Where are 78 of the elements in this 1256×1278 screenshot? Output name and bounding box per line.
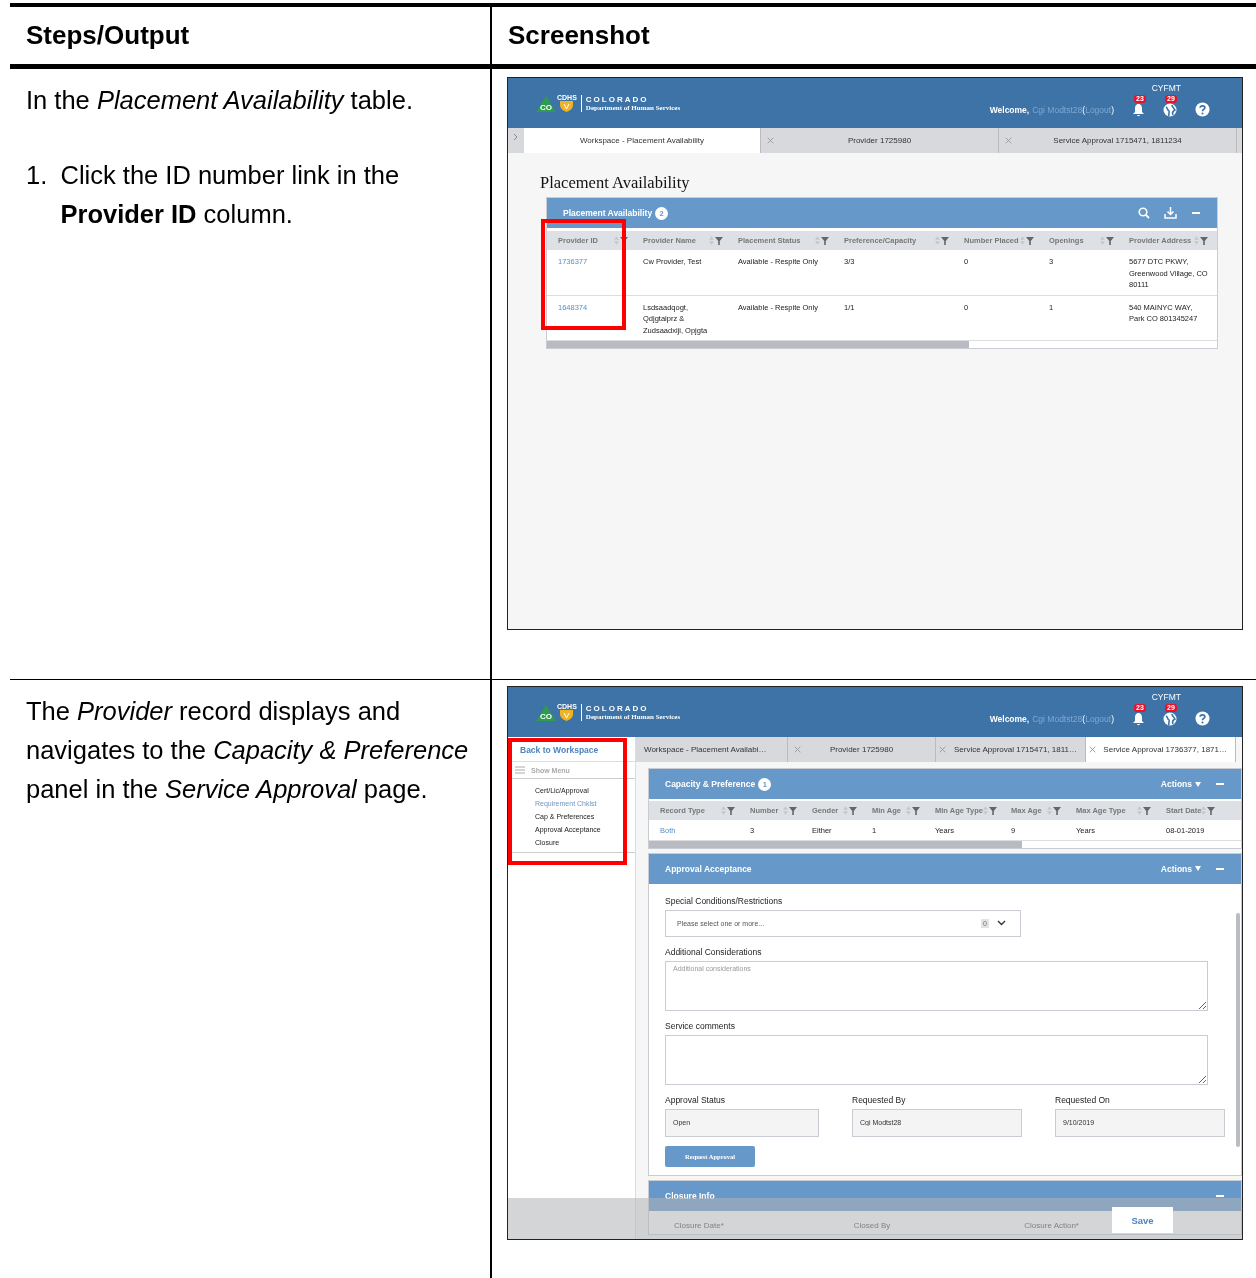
bell-icon[interactable] — [1132, 102, 1145, 117]
filter-icon[interactable] — [988, 806, 997, 815]
paren-text: ) — [1111, 104, 1114, 115]
filter-icon[interactable] — [1207, 806, 1216, 815]
welcome-text: Welcome, — [989, 713, 1030, 724]
bell-icon[interactable] — [1132, 711, 1145, 726]
app-name: CYFMT — [1151, 692, 1181, 702]
close-icon[interactable] — [794, 746, 801, 753]
step-number: 1. — [26, 160, 49, 191]
field-label: Service comments — [665, 1020, 736, 1031]
tab[interactable]: Workspace - Placement Availabi… — [636, 737, 788, 762]
close-icon[interactable] — [1005, 137, 1012, 144]
panel-title: Approval Acceptance — [665, 863, 752, 874]
field-label: Additional Considerations — [665, 946, 763, 957]
globe-icon[interactable] — [1163, 102, 1177, 117]
help-icon[interactable] — [1195, 711, 1210, 726]
filter-icon[interactable] — [715, 236, 723, 245]
tab[interactable]: Service Approval 1736377, 1871… — [1086, 737, 1236, 762]
filter-icon[interactable] — [789, 806, 797, 815]
tab[interactable]: Workspace - Placement Availability — [524, 128, 761, 153]
globe-icon[interactable] — [1163, 711, 1177, 726]
back-link[interactable]: Back to Workspace — [508, 737, 635, 762]
download-icon[interactable] — [1164, 207, 1177, 219]
column-header: Steps/Output — [26, 20, 190, 51]
field-label: Closed By — [853, 1220, 891, 1230]
state-logo: CO — [536, 705, 556, 721]
field-label: Requested On — [1055, 1094, 1111, 1105]
caret-icon[interactable] — [1195, 781, 1201, 787]
field-label: Closure Date* — [674, 1220, 724, 1230]
shield-icon — [560, 101, 574, 112]
panel-title: Capacity & Preference — [665, 779, 756, 789]
tab[interactable]: Service Approval 1715471, 1811… — [936, 737, 1086, 762]
welcome-text: Welcome, — [989, 104, 1030, 115]
scrollbar[interactable] — [1236, 913, 1240, 1147]
state-logo: CO — [536, 96, 556, 112]
filter-icon[interactable] — [821, 236, 829, 245]
filter-icon[interactable] — [727, 806, 735, 815]
text-area[interactable] — [665, 1034, 1208, 1085]
filter-icon[interactable] — [1026, 236, 1034, 245]
search-icon[interactable] — [1138, 207, 1150, 219]
scrollbar[interactable] — [547, 341, 970, 348]
org-name: COLORADO — [585, 703, 650, 713]
field-label: Closure Action* — [1024, 1220, 1079, 1230]
chevron-down-icon[interactable] — [997, 920, 1006, 926]
paren-text: ) — [1111, 713, 1114, 724]
filter-icon[interactable] — [1053, 806, 1061, 815]
column-header: Screenshot — [508, 20, 650, 51]
field-label: Requested By — [852, 1094, 907, 1105]
filter-icon[interactable] — [1200, 236, 1208, 245]
paren-text: ( — [1082, 713, 1086, 724]
actions-button[interactable]: Actions — [1160, 863, 1201, 874]
close-icon[interactable] — [1089, 746, 1096, 753]
paren-text: ( — [1082, 104, 1086, 115]
filter-icon[interactable] — [941, 236, 949, 245]
instruction-text: In the Placement Availability table. — [26, 85, 414, 116]
app-name: CYFMT — [1151, 83, 1181, 93]
page-title: Placement Availability — [540, 173, 691, 193]
filter-icon[interactable] — [1106, 236, 1114, 245]
instruction-text: The Provider record displays and navigates to the Capacity & Preference panel in the Service Approval page. — [26, 696, 470, 805]
save-button[interactable]: Save — [1112, 1207, 1173, 1233]
panel-title: Placement Availability — [563, 208, 653, 218]
tab[interactable]: Provider 1725980 — [788, 737, 936, 762]
step-text: Click the ID number link in the Provider ID column. — [60, 160, 401, 230]
filter-icon[interactable] — [1143, 806, 1151, 815]
scrollbar[interactable] — [649, 840, 1022, 848]
panel-title: Closure Info — [665, 1190, 715, 1201]
filter-icon[interactable] — [849, 806, 857, 815]
field-label: Special Conditions/Restrictions — [665, 895, 784, 906]
filter-icon[interactable] — [912, 806, 920, 815]
field-label: Approval Status — [665, 1094, 726, 1105]
org-name: COLORADO — [585, 94, 650, 104]
caret-icon[interactable] — [1195, 866, 1201, 871]
shield-icon — [560, 710, 574, 721]
close-icon[interactable] — [767, 137, 774, 144]
chevron-right-icon[interactable] — [513, 133, 518, 141]
close-icon[interactable] — [939, 746, 946, 753]
help-icon[interactable] — [1195, 102, 1210, 117]
actions-button[interactable]: Actions — [1160, 779, 1201, 789]
